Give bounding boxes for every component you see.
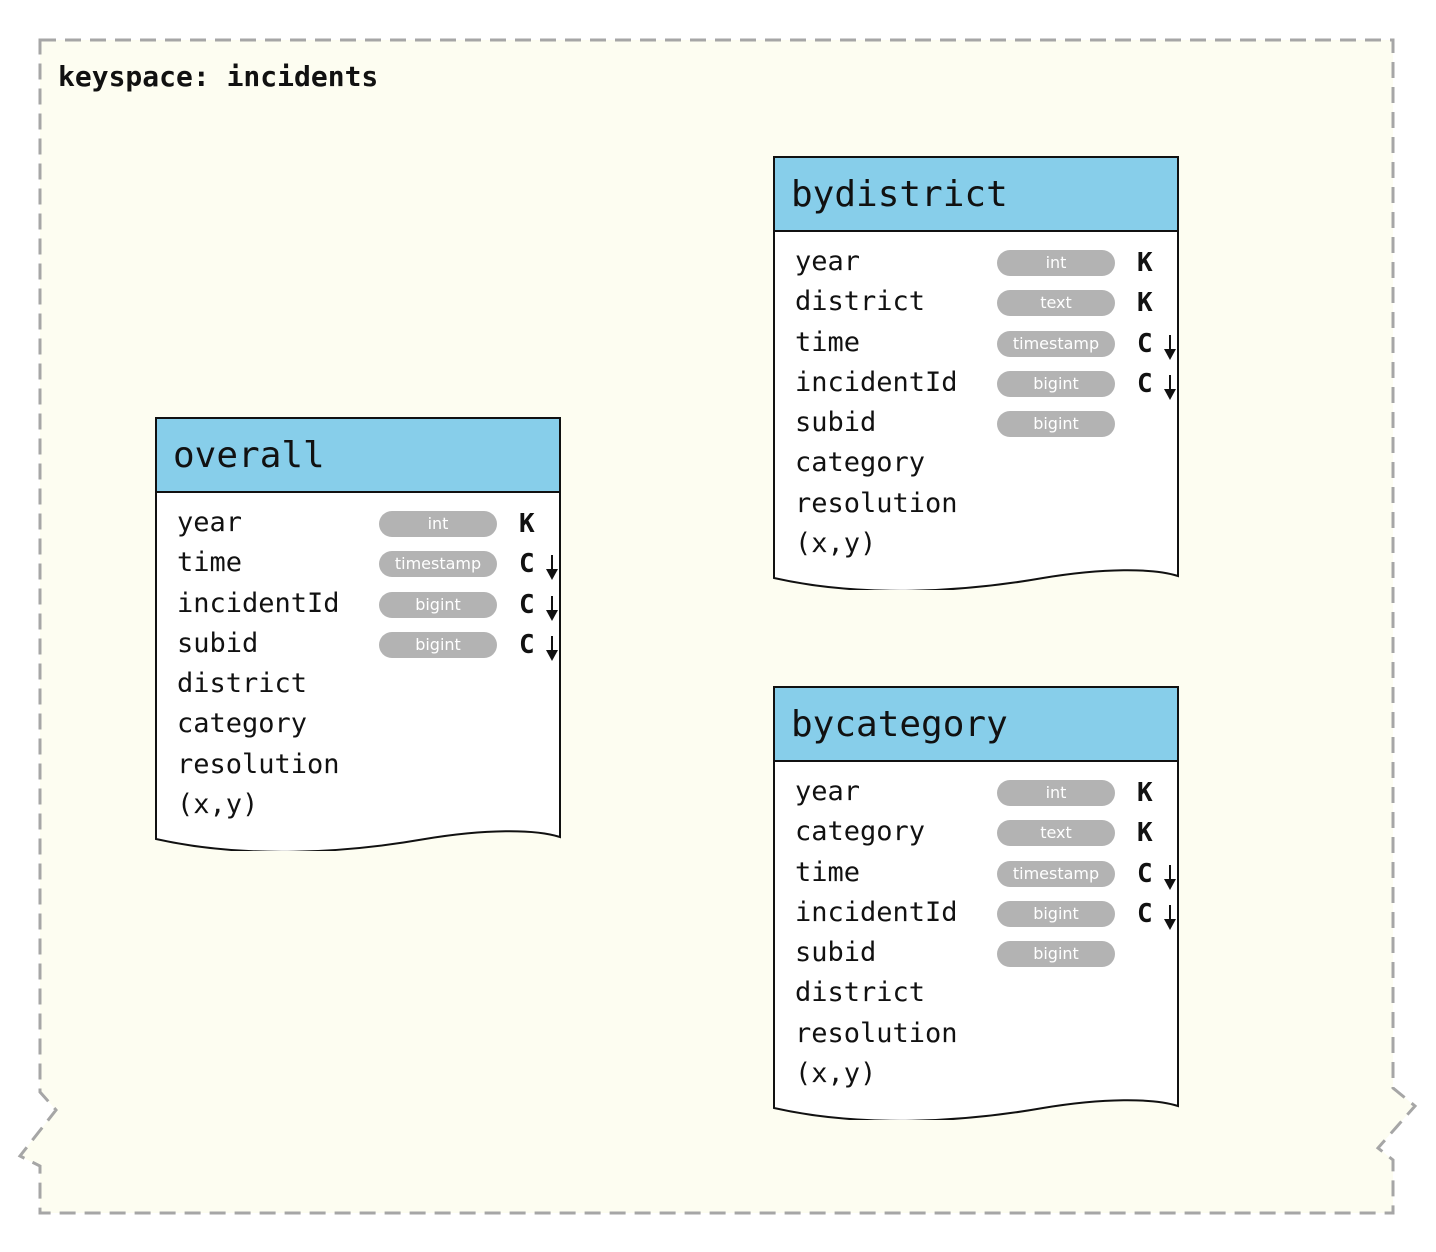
column-type-badge: text xyxy=(997,820,1115,847)
keyspace-title: keyspace: incidents xyxy=(58,60,379,93)
table-columns: year int Kcategory text Ktime timestamp Cincid… xyxy=(773,762,1179,1095)
table-header: overall xyxy=(155,417,561,493)
column-row: category xyxy=(157,704,559,744)
column-row: subid bigint xyxy=(775,933,1177,973)
column-name: subid xyxy=(795,937,877,969)
table-bottom-wave xyxy=(773,564,1179,591)
column-name: resolution xyxy=(177,748,340,780)
sort-desc-arrow-icon xyxy=(546,555,558,581)
column-type-badge: int xyxy=(997,780,1115,806)
clustering-key-flag: C xyxy=(519,589,535,620)
table-bottom-wave xyxy=(773,1094,1179,1121)
sort-desc-arrow-icon xyxy=(546,635,558,661)
column-row: (x,y) xyxy=(775,524,1177,564)
column-name: year xyxy=(177,507,243,538)
column-name: category xyxy=(795,447,926,479)
column-row: time timestamp C xyxy=(775,323,1177,363)
sort-desc-arrow-icon xyxy=(1164,374,1176,400)
sort-desc-arrow-icon xyxy=(1164,334,1176,360)
column-name: time xyxy=(795,326,861,358)
table-name: bycategory xyxy=(791,704,1008,745)
column-row: (x,y) xyxy=(775,1054,1177,1094)
column-row: year int K xyxy=(775,242,1177,282)
column-name: incidentId xyxy=(177,587,340,619)
clustering-key-flag: C xyxy=(1137,898,1153,929)
table-header: bycategory xyxy=(773,686,1179,762)
table-overall[interactable]: overall year int Ktime timestamp CincidentId… xyxy=(155,417,561,852)
column-name: subid xyxy=(177,627,259,659)
column-name: resolution xyxy=(795,1017,958,1049)
table-columns: year int Ktime timestamp CincidentId bigint Cs… xyxy=(155,493,561,826)
column-type-badge: bigint xyxy=(997,941,1115,968)
column-name: (x,y) xyxy=(795,528,877,560)
column-row: time timestamp C xyxy=(157,543,559,583)
column-type-badge: timestamp xyxy=(997,860,1115,887)
table-name: overall xyxy=(173,435,325,476)
clustering-key-flag: C xyxy=(519,549,535,580)
column-row: resolution xyxy=(775,1014,1177,1054)
table-bottom-wave xyxy=(155,825,561,852)
partition-key-flag: K xyxy=(1137,248,1153,278)
column-type-badge: bigint xyxy=(379,631,497,658)
sort-desc-arrow-icon xyxy=(1164,864,1176,890)
partition-key-flag: K xyxy=(1137,818,1153,849)
column-row: year int K xyxy=(157,503,559,543)
column-type-badge: bigint xyxy=(997,411,1115,438)
column-type-badge: int xyxy=(379,511,497,537)
column-name: incidentId xyxy=(795,366,958,398)
partition-key-flag: K xyxy=(519,509,535,539)
column-type-badge: text xyxy=(997,290,1115,317)
partition-key-flag: K xyxy=(1137,778,1153,808)
column-row: (x,y) xyxy=(157,785,559,825)
column-name: year xyxy=(795,776,861,807)
clustering-key-flag: C xyxy=(1137,858,1153,889)
column-row: resolution xyxy=(157,745,559,785)
column-name: category xyxy=(177,708,308,740)
column-name: time xyxy=(177,547,243,579)
column-name: district xyxy=(177,668,308,700)
table-columns: year int Kdistrict text Ktime timestamp Cincid… xyxy=(773,232,1179,565)
clustering-key-flag: C xyxy=(1137,368,1153,399)
column-row: incidentId bigint C xyxy=(157,584,559,624)
column-name: year xyxy=(795,246,861,277)
clustering-key-flag: C xyxy=(519,629,535,660)
column-row: subid bigint C xyxy=(157,624,559,664)
clustering-key-flag: C xyxy=(1137,328,1153,359)
column-row: year int K xyxy=(775,772,1177,812)
column-row: category xyxy=(775,443,1177,483)
column-name: subid xyxy=(795,407,877,439)
column-row: district xyxy=(157,664,559,704)
column-type-badge: bigint xyxy=(379,591,497,618)
column-row: incidentId bigint C xyxy=(775,363,1177,403)
column-name: (x,y) xyxy=(795,1058,877,1090)
column-type-badge: timestamp xyxy=(379,551,497,578)
column-name: resolution xyxy=(795,487,958,519)
table-name: bydistrict xyxy=(791,174,1008,215)
column-type-badge: int xyxy=(997,250,1115,276)
column-row: resolution xyxy=(775,484,1177,524)
column-row: category text K xyxy=(775,812,1177,852)
column-name: district xyxy=(795,286,926,318)
column-name: (x,y) xyxy=(177,789,259,821)
column-row: incidentId bigint C xyxy=(775,893,1177,933)
column-row: subid bigint xyxy=(775,403,1177,443)
sort-desc-arrow-icon xyxy=(1164,904,1176,930)
column-name: category xyxy=(795,816,926,848)
column-type-badge: timestamp xyxy=(997,330,1115,357)
column-type-badge: bigint xyxy=(997,370,1115,397)
column-name: time xyxy=(795,856,861,888)
column-name: incidentId xyxy=(795,896,958,928)
column-row: district xyxy=(775,973,1177,1013)
table-bycategory[interactable]: bycategory year int Kcategory text Ktime time… xyxy=(773,686,1179,1121)
column-row: district text K xyxy=(775,282,1177,322)
column-row: time timestamp C xyxy=(775,853,1177,893)
partition-key-flag: K xyxy=(1137,288,1153,319)
column-type-badge: bigint xyxy=(997,900,1115,927)
table-bydistrict[interactable]: bydistrict year int Kdistrict text Ktime time… xyxy=(773,156,1179,591)
table-header: bydistrict xyxy=(773,156,1179,232)
column-name: district xyxy=(795,977,926,1009)
sort-desc-arrow-icon xyxy=(546,595,558,621)
